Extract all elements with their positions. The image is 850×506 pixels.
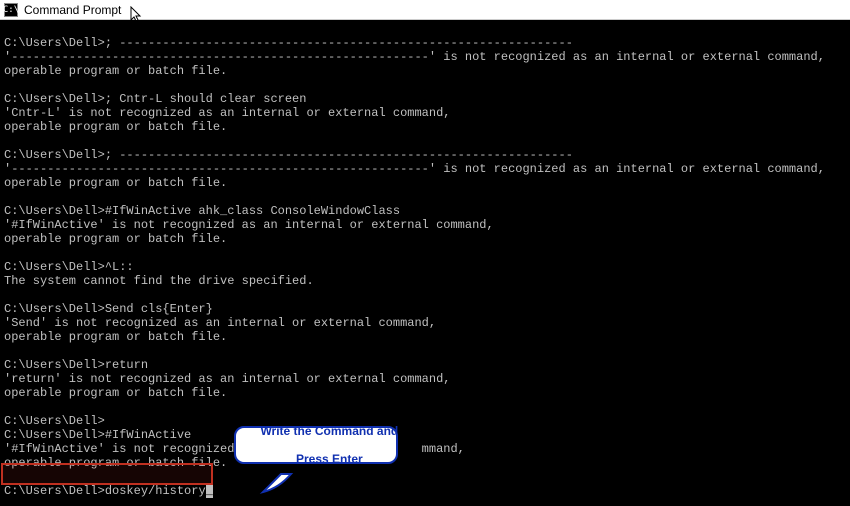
prompt: C:\Users\Dell> [4,484,105,498]
term-line-partial-right: mmand, [422,442,465,456]
term-line: operable program or batch file. [4,64,227,78]
term-line: 'Cntr-L' is not recognized as an interna… [4,106,450,120]
callout-line2: Press Enter [296,452,363,466]
term-line: 'Send' is not recognized as an internal … [4,316,436,330]
term-line: '---------------------------------------… [4,162,825,176]
term-line: '#IfWinActive' is not recognized as an i… [4,218,494,232]
term-line: C:\Users\Dell>#IfWinActive [4,428,191,442]
term-line: operable program or batch file. [4,386,227,400]
command-input[interactable]: doskey/history [105,484,206,498]
term-line: operable program or batch file. [4,456,227,470]
term-line: C:\Users\Dell>; ------------------------… [4,148,573,162]
callout-line1: Write the Command and [260,424,398,438]
term-line: C:\Users\Dell>#IfWinActive ahk_class Con… [4,204,400,218]
term-line: 'return' is not recognized as an interna… [4,372,450,386]
term-line: C:\Users\Dell> [4,414,105,428]
term-line: C:\Users\Dell>return [4,358,148,372]
instruction-callout: Write the Command and Press Enter [234,426,398,464]
term-line: operable program or batch file. [4,120,227,134]
term-line: '---------------------------------------… [4,50,825,64]
text-cursor: _ [206,484,213,498]
term-line: The system cannot find the drive specifi… [4,274,314,288]
term-line: operable program or batch file. [4,330,227,344]
term-line: operable program or batch file. [4,176,227,190]
term-line: C:\Users\Dell>Send cls{Enter} [4,302,213,316]
command-prompt-window: C:\ Command Prompt C:\Users\Dell>; -----… [0,0,850,506]
term-line: C:\Users\Dell>; ------------------------… [4,36,573,50]
term-line: C:\Users\Dell>; Cntr-L should clear scre… [4,92,306,106]
term-line: operable program or batch file. [4,232,227,246]
terminal-output[interactable]: C:\Users\Dell>; ------------------------… [0,20,850,506]
window-title: Command Prompt [24,3,121,17]
titlebar[interactable]: C:\ Command Prompt [0,0,850,20]
term-line-partial-left: '#IfWinActive' is not recognized [4,442,234,456]
cmd-icon: C:\ [4,3,18,17]
term-line: C:\Users\Dell>^L:: [4,260,134,274]
